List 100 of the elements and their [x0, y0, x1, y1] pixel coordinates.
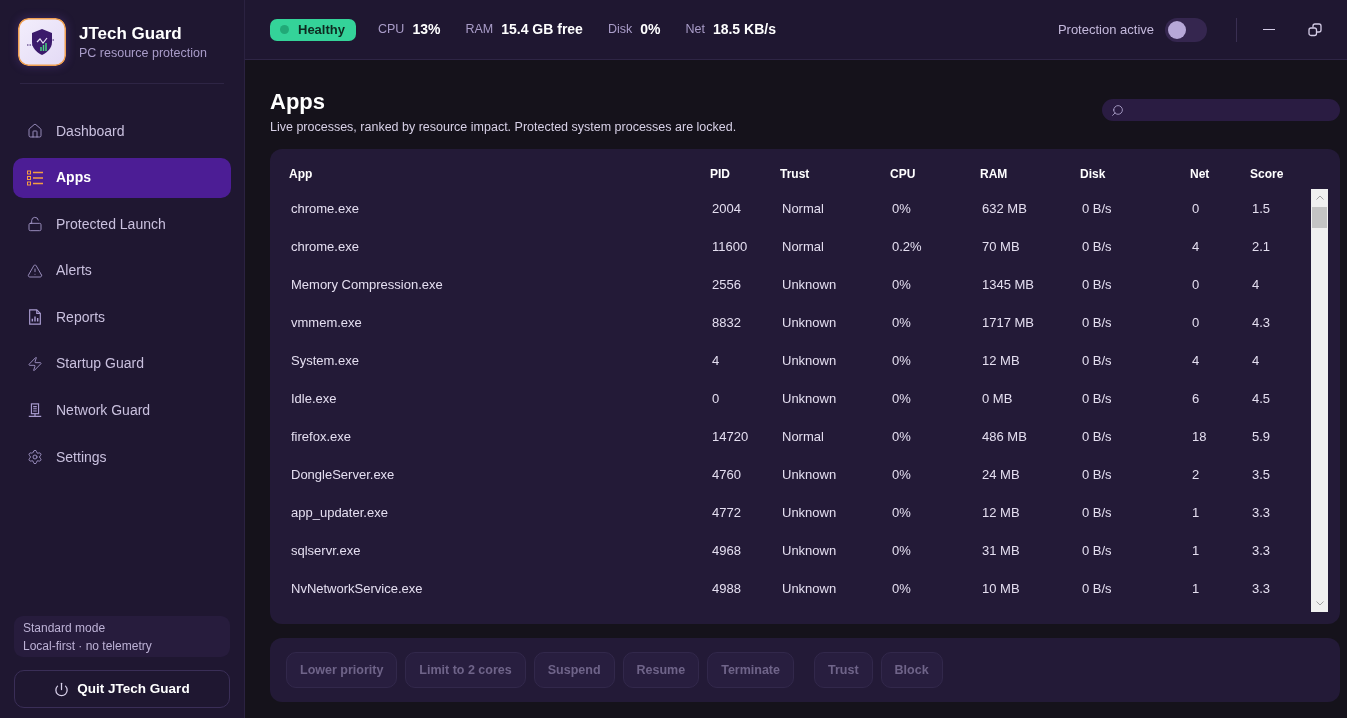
table-cell-text: 4 [1252, 352, 1260, 371]
column-header[interactable]: RAM [980, 165, 1008, 183]
unlocked-padlock-icon [27, 216, 43, 233]
table-cell-text: 70 MB [982, 238, 1020, 257]
table-cell-text: 1 [1192, 504, 1200, 523]
table-cell-text: 0 B/s [1082, 238, 1112, 257]
table-cell-text: 4.3 [1252, 314, 1271, 333]
scrollbar-thumb[interactable] [1312, 207, 1327, 228]
nav-item[interactable]: Alerts [13, 250, 231, 291]
table-cell-text: 4 [1192, 238, 1200, 257]
page-subtitle: Live processes, ranked by resource impact. Protected system processes are locked. [270, 119, 737, 135]
table-cell-text: Idle.exe [291, 390, 337, 409]
power-icon [54, 681, 70, 697]
table-cell-text: 4968 [712, 542, 741, 561]
table-cell-text: 0 B/s [1082, 200, 1112, 219]
table-cell-text: 2556 [712, 276, 741, 295]
table-cell-text: 0 MB [982, 390, 1013, 409]
quit-button[interactable]: Quit JTech Guard [14, 670, 230, 708]
table-cell-text: firefox.exe [291, 428, 351, 447]
column-header[interactable]: Net [1190, 165, 1210, 183]
nav-item[interactable]: Network Guard [13, 390, 231, 431]
table-cell-text: chrome.exe [291, 200, 359, 219]
table-cell-text: Normal [782, 428, 824, 447]
table-cell-text: 0 [1192, 276, 1200, 295]
table-cell-text: Normal [782, 200, 824, 219]
settings-icon [27, 449, 43, 466]
chart-document-icon [27, 309, 43, 326]
table-cell-text: 14720 [712, 428, 749, 447]
nav-item[interactable]: Apps [13, 157, 231, 198]
nav-item[interactable]: Settings [13, 437, 231, 478]
table-cell-text: 1 [1192, 580, 1200, 599]
app-name: JTech Guard [79, 23, 183, 45]
table-cell-text: Unknown [782, 390, 837, 409]
nav-item[interactable]: Reports [13, 297, 231, 338]
metric-label: Net [685, 21, 705, 39]
table-cell-text: 0% [892, 352, 911, 371]
column-header[interactable]: App [289, 165, 313, 183]
table-cell-text: 0 B/s [1082, 276, 1112, 295]
table-cell-text: 0% [892, 542, 911, 561]
table-cell-text: DongleServer.exe [291, 466, 395, 485]
protection-toggle[interactable] [1165, 17, 1207, 42]
table-cell-text: 0% [892, 314, 911, 333]
scrollbar[interactable] [1311, 189, 1328, 612]
table-cell-text: 5.9 [1252, 428, 1271, 447]
table-cell-text: 2.1 [1252, 238, 1271, 257]
table-cell-text: 0 B/s [1082, 580, 1112, 599]
table-cell-text: 0 B/s [1082, 352, 1112, 371]
table-cell-text: 0% [892, 200, 911, 219]
column-header[interactable]: CPU [890, 165, 916, 183]
nav-item[interactable]: Startup Guard [13, 343, 231, 384]
table-cell-text: 12 MB [982, 504, 1020, 523]
table-cell-text: Unknown [782, 542, 837, 561]
table-cell-text: 0 [712, 390, 720, 409]
table-cell-text: chrome.exe [291, 238, 359, 257]
metric-value: 18.5 KB/s [712, 20, 776, 39]
table-cell-text: 24 MB [982, 466, 1020, 485]
metric-label: Disk [607, 21, 633, 39]
table-cell-text: 31 MB [982, 542, 1020, 561]
shield-logo-icon [18, 18, 66, 66]
column-header[interactable]: Score [1250, 165, 1284, 183]
nav-item[interactable]: Protected Launch [13, 204, 231, 245]
table-cell-text: 12 MB [982, 352, 1020, 371]
table-cell-text: 0 [1192, 200, 1200, 219]
page-title: Apps [270, 88, 326, 116]
lightning-icon [27, 355, 43, 372]
table-cell-text: Unknown [782, 504, 837, 523]
table-cell-text: sqlservr.exe [291, 542, 361, 561]
table-cell-text: 8832 [712, 314, 741, 333]
table-cell-text: 4760 [712, 466, 741, 485]
search-field[interactable] [1102, 99, 1340, 121]
mode-label: Standard mode [23, 620, 107, 635]
table-cell-text: Memory Compression.exe [291, 276, 443, 295]
list-icon [27, 169, 43, 186]
warning-icon [27, 262, 43, 279]
protection-label: Protection active [1057, 20, 1154, 39]
table-cell-text: 0% [892, 276, 911, 295]
metric-value: 15.4 GB free [501, 20, 583, 39]
column-header[interactable]: Disk [1080, 165, 1106, 183]
table-cell-text: 4.5 [1252, 390, 1271, 409]
table-cell-text: 4 [1252, 276, 1260, 295]
table-cell-text: NvNetworkService.exe [291, 580, 423, 599]
table-cell-text: 0% [892, 580, 911, 599]
table-cell-text: System.exe [291, 352, 359, 371]
table-cell-text: 3.5 [1252, 466, 1271, 485]
table-cell-text: 3.3 [1252, 542, 1271, 561]
nav-item[interactable]: Dashboard [13, 111, 231, 151]
table-cell-text: 10 MB [982, 580, 1020, 599]
table-cell-text: 18 [1192, 428, 1207, 447]
table-cell-text: 2 [1192, 466, 1200, 485]
table-cell-text: 0 [1192, 314, 1200, 333]
table-cell-text: 0% [892, 466, 911, 485]
restore-icon [1308, 22, 1322, 37]
table-cell-text: 0% [892, 504, 911, 523]
table-cell-text: app_updater.exe [291, 504, 388, 523]
table-cell-text: 4 [1192, 352, 1200, 371]
column-header[interactable]: PID [710, 165, 730, 183]
table-cell-text: 1345 MB [982, 276, 1035, 295]
column-header[interactable]: Trust [780, 165, 810, 183]
minimize-icon [1263, 28, 1275, 31]
table-cell-text: 1 [1192, 542, 1200, 561]
